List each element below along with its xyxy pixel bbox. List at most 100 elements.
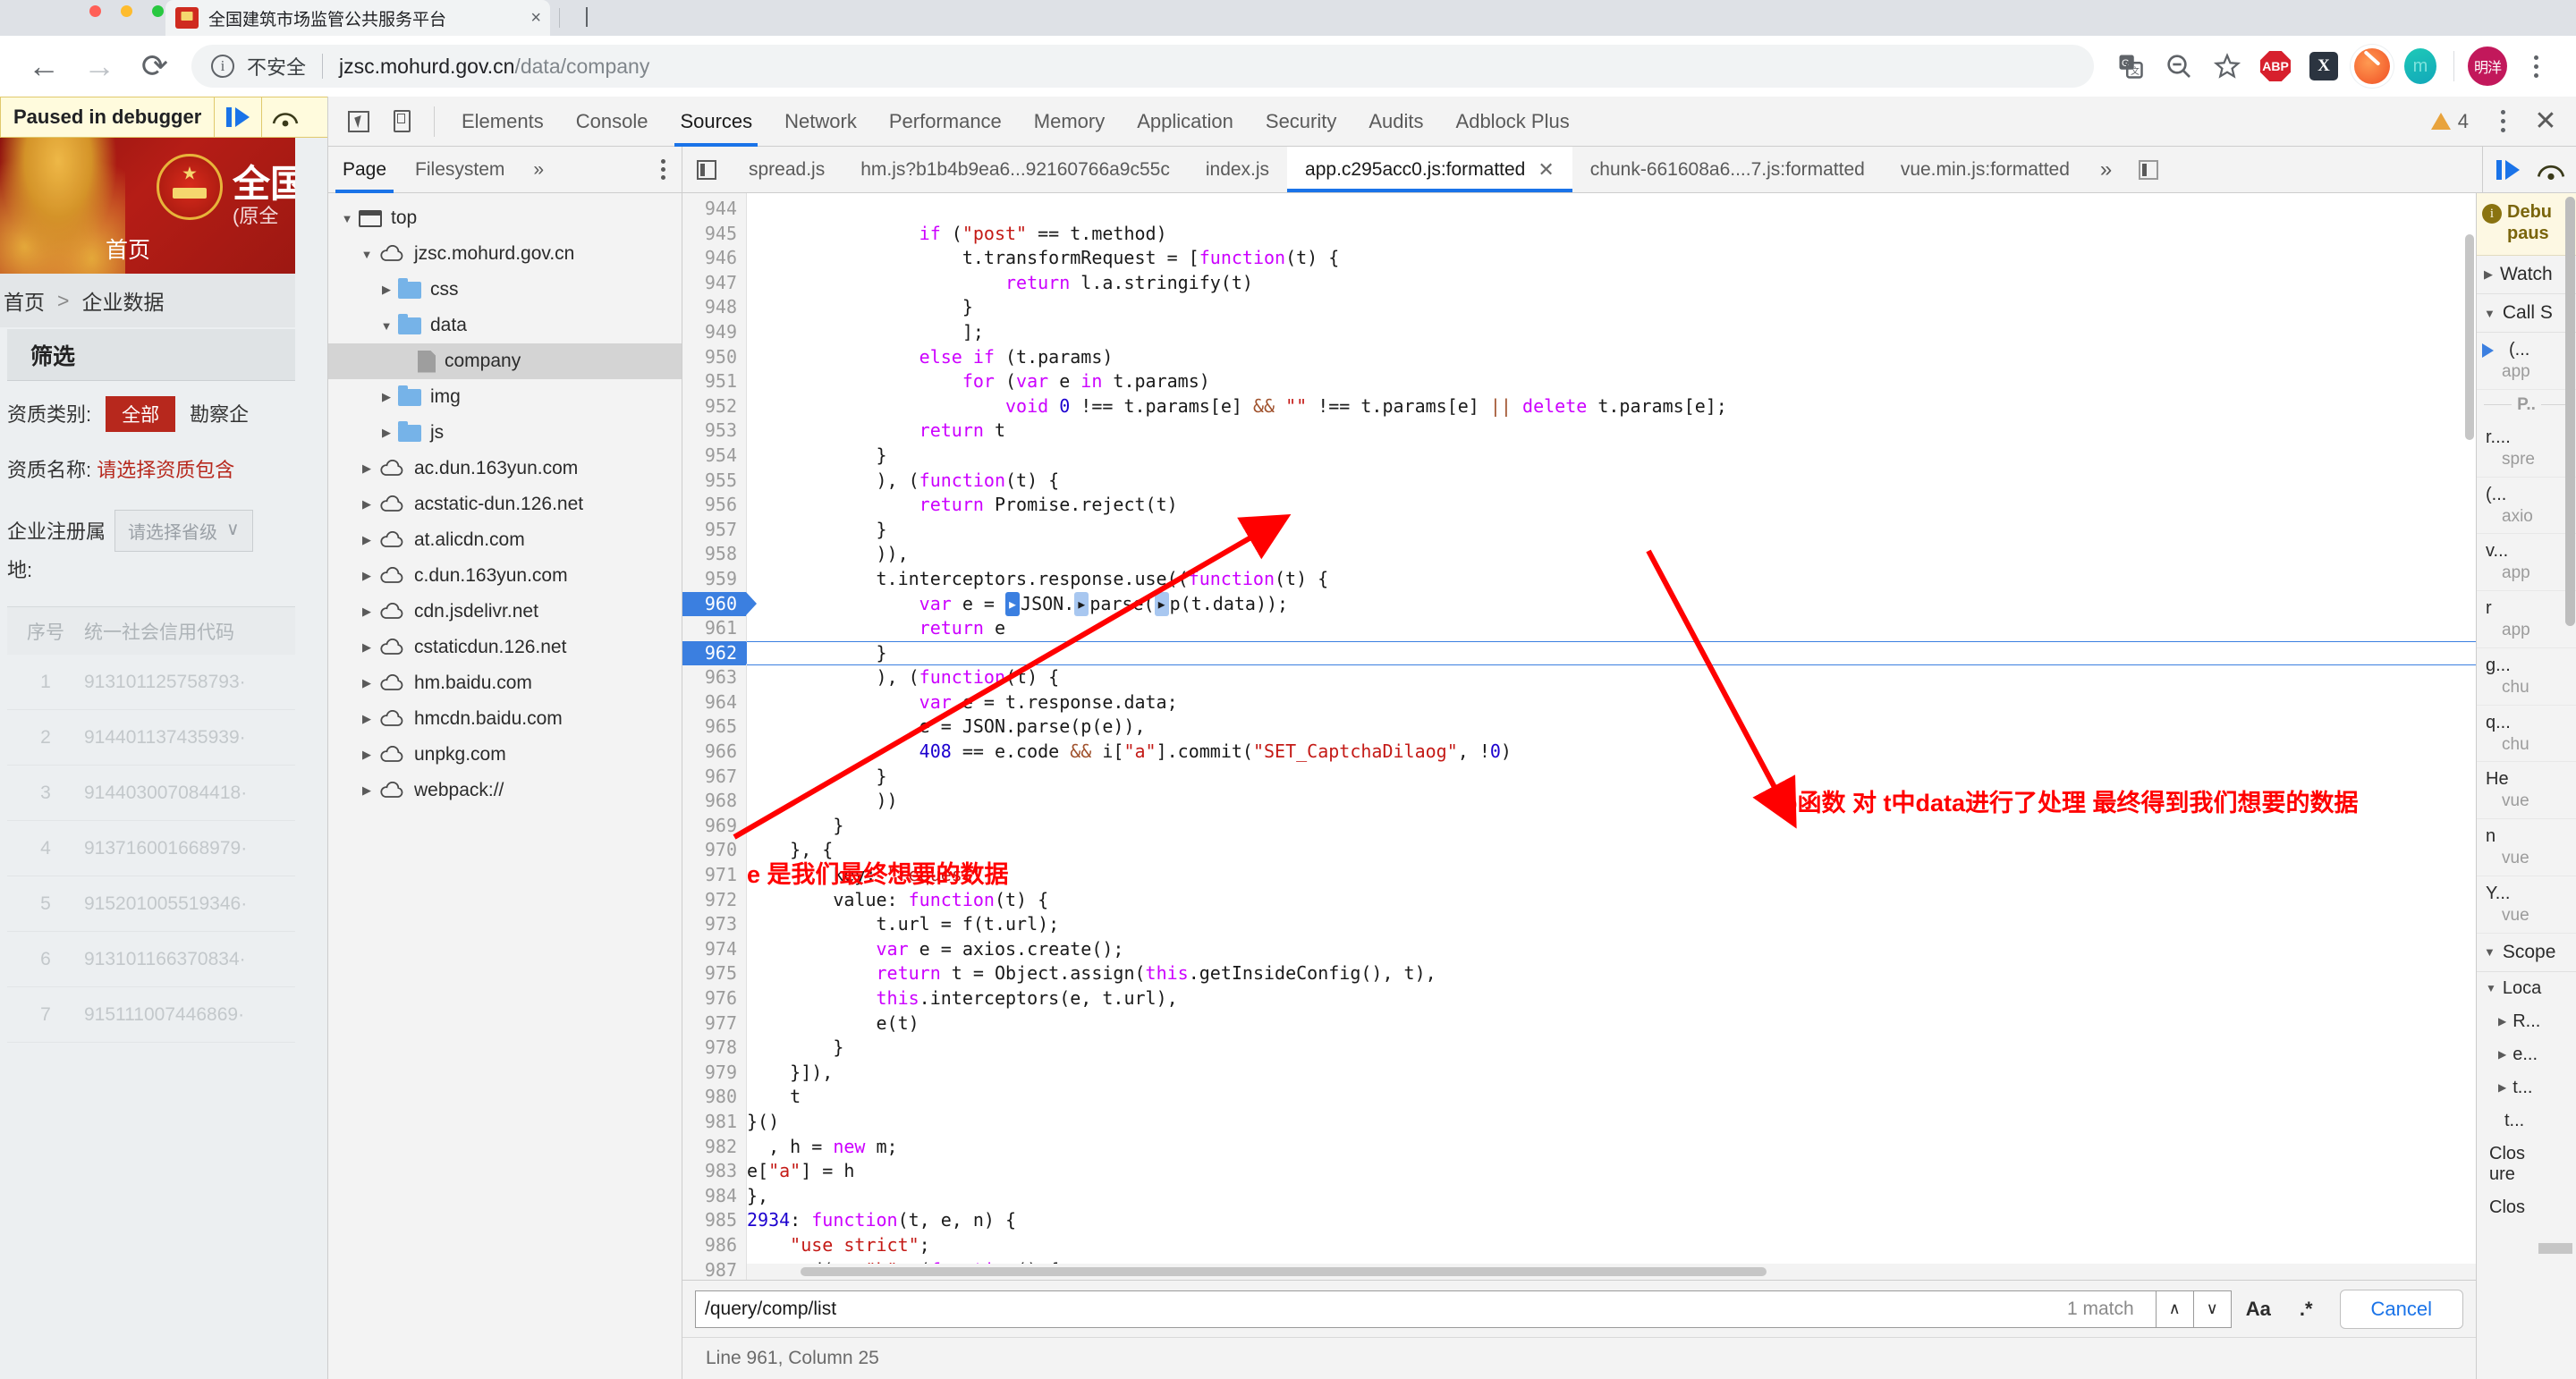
code-line[interactable]: "use strict"; xyxy=(747,1233,2476,1258)
tree-item-hmcdn-baidu-com[interactable]: ▶ hmcdn.baidu.com xyxy=(328,701,682,737)
call-stack-frame[interactable]: n vue xyxy=(2477,819,2576,876)
nav-tab-more-icon[interactable]: » xyxy=(519,147,558,193)
call-stack-frame[interactable]: He vue xyxy=(2477,762,2576,820)
file-tab-hm-js[interactable]: hm.js?b1b4b9ea6...92160766a9c55c xyxy=(843,147,1188,192)
tree-item-ac-dun-163yun-com[interactable]: ▶ ac.dun.163yun.com xyxy=(328,451,682,486)
line-number[interactable]: 970 xyxy=(682,838,746,863)
line-number[interactable]: 953 xyxy=(682,419,746,444)
show-debugger-sidebar-icon[interactable] xyxy=(2124,147,2173,192)
resume-script-button[interactable] xyxy=(215,107,261,127)
code-line[interactable]: return l.a.stringify(t) xyxy=(747,271,2476,296)
sources-file-tree[interactable]: ▼ top ▼ jzsc.mohurd.gov.cn ▶ css ▼ data company ▶… xyxy=(328,193,682,1379)
code-line[interactable]: t.url = f(t.url); xyxy=(747,912,2476,937)
code-line[interactable]: return e xyxy=(747,616,2476,641)
line-number[interactable]: 958 xyxy=(682,542,746,567)
line-number[interactable]: 951 xyxy=(682,369,746,394)
breadcrumb-home[interactable]: 首页 xyxy=(4,285,45,316)
twisty-icon[interactable]: ▶ xyxy=(375,426,398,440)
code-line[interactable]: } xyxy=(747,444,2476,469)
filter-option-survey[interactable]: 勘察企 xyxy=(190,403,249,426)
call-stack-frame[interactable]: (... app xyxy=(2477,333,2576,390)
code-area[interactable]: 944 945 946 947 948 949 950 951 952 953 954 955 956 9… xyxy=(682,193,2476,1281)
step-over-button[interactable] xyxy=(262,107,309,127)
window-maximize-button[interactable] xyxy=(152,5,164,17)
tree-item-css[interactable]: ▶ css xyxy=(328,272,682,308)
code-line[interactable]: }, { xyxy=(747,838,2476,863)
closure-scope-item[interactable]: Clos ure xyxy=(2477,1138,2576,1191)
line-number[interactable]: 974 xyxy=(682,937,746,962)
twisty-icon[interactable]: ▶ xyxy=(355,783,378,798)
line-number[interactable]: 945 xyxy=(682,222,746,247)
code-line[interactable]: } xyxy=(747,765,2476,790)
file-tab-app-js-formatted[interactable]: app.c295acc0.js:formatted ✕ xyxy=(1287,147,1572,192)
call-stack-frame[interactable]: g... chu xyxy=(2477,648,2576,706)
line-number[interactable]: 957 xyxy=(682,518,746,543)
code-line[interactable]: } xyxy=(747,518,2476,543)
tab-adblock-plus[interactable]: Adblock Plus xyxy=(1440,97,1586,147)
x-extension-icon[interactable]: X xyxy=(2300,42,2348,90)
scope-item[interactable]: ▼ Loca xyxy=(2477,972,2576,1005)
line-number[interactable]: 950 xyxy=(682,345,746,370)
back-icon[interactable]: ← xyxy=(16,38,72,94)
code-line[interactable]: for (var e in t.params) xyxy=(747,369,2476,394)
twisty-icon[interactable]: ▶ xyxy=(355,712,378,726)
step-over-next-function-icon[interactable] xyxy=(2529,148,2572,191)
forward-icon[interactable]: → xyxy=(72,38,127,94)
line-number[interactable]: 947 xyxy=(682,271,746,296)
adblock-plus-extension-icon[interactable]: ABP xyxy=(2251,42,2300,90)
debugger-sidebar-scrollbar[interactable] xyxy=(2565,197,2575,626)
code-line[interactable]: e["a"] = h xyxy=(747,1159,2476,1184)
line-number[interactable]: 956 xyxy=(682,493,746,518)
code-line[interactable]: t.transformRequest = [function(t) { xyxy=(747,246,2476,271)
twisty-icon[interactable]: ▼ xyxy=(375,319,398,333)
new-tab-button[interactable] xyxy=(559,0,774,36)
zoom-out-icon[interactable] xyxy=(2155,42,2203,90)
tree-item-img[interactable]: ▶ img xyxy=(328,379,682,415)
line-number[interactable]: 975 xyxy=(682,961,746,986)
window-close-button[interactable] xyxy=(89,5,101,17)
call-stack-frame[interactable]: Y... vue xyxy=(2477,876,2576,934)
code-line[interactable]: value: function(t) { xyxy=(747,888,2476,913)
reload-icon[interactable]: ⟳ xyxy=(127,38,182,94)
tree-item-data[interactable]: ▼ data xyxy=(328,308,682,343)
filter-pill-all[interactable]: 全部 xyxy=(106,396,176,432)
twisty-icon[interactable]: ▶ xyxy=(355,676,378,690)
browser-menu-icon[interactable] xyxy=(2512,42,2560,90)
call-stack-frame[interactable]: v... app xyxy=(2477,534,2576,592)
bookmark-star-icon[interactable] xyxy=(2203,42,2251,90)
code-line[interactable]: e = JSON.parse(p(e)), xyxy=(747,715,2476,740)
line-number[interactable]: 961 xyxy=(682,616,746,641)
tree-item-at-alicdn-com[interactable]: ▶ at.alicdn.com xyxy=(328,522,682,558)
tree-item-hm-baidu-com[interactable]: ▶ hm.baidu.com xyxy=(328,665,682,701)
file-tab-index-js[interactable]: index.js xyxy=(1188,147,1287,192)
watch-section[interactable]: ▶ Watch xyxy=(2477,256,2576,295)
scope-section[interactable]: ▼ Scope xyxy=(2477,934,2576,972)
site-info-icon[interactable]: i xyxy=(211,55,234,78)
window-minimize-button[interactable] xyxy=(121,5,132,17)
eyedropper-extension-icon[interactable] xyxy=(2348,42,2396,90)
twisty-icon[interactable]: ▶ xyxy=(355,605,378,619)
code-line[interactable]: } xyxy=(747,1036,2476,1061)
filter-hint-select-qualification[interactable]: 请选择资质包含 xyxy=(97,459,234,481)
code-line[interactable]: ), (function(t) { xyxy=(747,665,2476,690)
twisty-icon[interactable]: ▶ xyxy=(2498,1081,2506,1094)
file-tab-chunk-js[interactable]: chunk-661608a6....7.js:formatted xyxy=(1572,147,1883,192)
devtools-close-icon[interactable]: ✕ xyxy=(2524,100,2567,143)
table-row[interactable]: 3 914403007084418· xyxy=(7,766,295,821)
regex-toggle[interactable]: .* xyxy=(2285,1298,2327,1321)
code-line[interactable] xyxy=(747,197,2476,222)
twisty-icon[interactable]: ▶ xyxy=(355,461,378,476)
line-number[interactable]: 985 xyxy=(682,1208,746,1233)
search-prev-button[interactable]: ∧ xyxy=(2156,1290,2194,1328)
call-stack-frame[interactable]: (... axio xyxy=(2477,478,2576,535)
line-number[interactable]: 959 xyxy=(682,567,746,592)
cancel-button[interactable]: Cancel xyxy=(2339,1289,2463,1329)
line-number[interactable]: 984 xyxy=(682,1184,746,1209)
code-line[interactable]: return t xyxy=(747,419,2476,444)
tab-console[interactable]: Console xyxy=(560,97,665,147)
tab-audits[interactable]: Audits xyxy=(1352,97,1439,147)
line-number[interactable]: 949 xyxy=(682,320,746,345)
call-stack-frame[interactable]: q... chu xyxy=(2477,706,2576,763)
tab-network[interactable]: Network xyxy=(768,97,873,147)
code-line[interactable]: }, xyxy=(747,1184,2476,1209)
